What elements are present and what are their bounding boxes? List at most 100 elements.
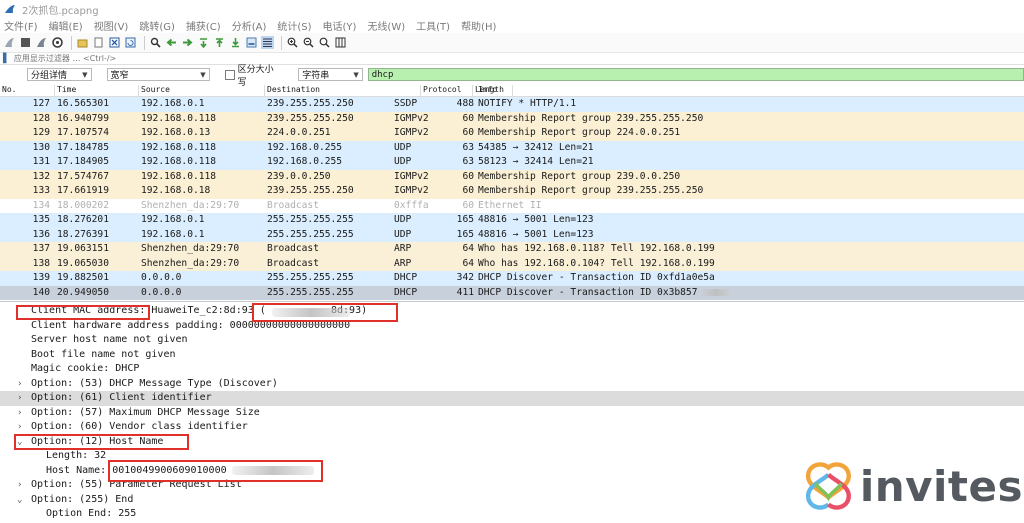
detail-row[interactable]: Boot file name not given bbox=[0, 348, 1024, 363]
menu-item[interactable]: 工具(T) bbox=[416, 18, 450, 33]
chevron-right-icon[interactable]: › bbox=[17, 391, 22, 406]
reload-icon[interactable] bbox=[124, 36, 137, 49]
packet-no-cell: 137 bbox=[32, 243, 50, 254]
packet-source-cell: 192.168.0.118 bbox=[141, 141, 217, 153]
packet-time-cell: 19.063151 bbox=[57, 243, 109, 254]
column-time[interactable]: Time bbox=[55, 85, 139, 96]
detail-row[interactable]: › Option: (61) Client identifier bbox=[0, 391, 1024, 406]
bookmark-icon[interactable]: ▌ bbox=[3, 54, 10, 64]
normal-size-icon[interactable] bbox=[318, 36, 331, 49]
column-source[interactable]: Source bbox=[139, 85, 265, 96]
chevron-right-icon[interactable]: › bbox=[17, 377, 22, 392]
packet-protocol-cell: UDP bbox=[394, 141, 412, 153]
menu-item[interactable]: 无线(W) bbox=[367, 18, 405, 33]
packet-row[interactable]: 136 18.276391 192.168.0.1 255.255.255.255 UD… bbox=[0, 227, 1024, 242]
go-forward-icon[interactable] bbox=[181, 36, 194, 49]
column-protocol[interactable]: Protocol bbox=[421, 85, 473, 96]
column-destination[interactable]: Destination bbox=[265, 85, 421, 96]
packet-row[interactable]: 139 19.882501 0.0.0.0 255.255.255.255 DHCP 34… bbox=[0, 271, 1024, 286]
packet-row[interactable]: 129 17.107574 192.168.0.13 224.0.0.251 IGMPv… bbox=[0, 126, 1024, 141]
save-file-icon[interactable] bbox=[92, 36, 105, 49]
packet-info-cell: NOTIFY * HTTP/1.1 bbox=[478, 98, 577, 109]
packet-protocol-cell: ARP bbox=[394, 257, 412, 269]
detail-row[interactable]: Server host name not given bbox=[0, 333, 1024, 348]
menu-item[interactable]: 分析(A) bbox=[232, 18, 267, 33]
colorize-icon[interactable] bbox=[261, 36, 274, 49]
packet-destination-cell: Broadcast bbox=[267, 257, 319, 269]
first-packet-icon[interactable] bbox=[213, 36, 226, 49]
packet-info-cell: Membership Report group 239.255.255.250 bbox=[478, 185, 704, 196]
close-file-icon[interactable] bbox=[108, 36, 121, 49]
packet-row[interactable]: 138 19.065030 Shenzhen_da:29:70 Broadcast AR… bbox=[0, 256, 1024, 271]
detail-row[interactable]: › Option: (57) Maximum DHCP Message Size bbox=[0, 406, 1024, 421]
last-packet-icon[interactable] bbox=[229, 36, 242, 49]
detail-row[interactable]: Client MAC address: HuaweiTe_c2:8d:93 (8… bbox=[0, 304, 1024, 319]
detail-text: Option: (57) Maximum DHCP Message Size bbox=[31, 406, 260, 418]
packet-info-cell: 54385 → 32412 Len=21 bbox=[478, 141, 594, 153]
detail-row[interactable]: › Option: (53) DHCP Message Type (Discove… bbox=[0, 377, 1024, 392]
pane-divider[interactable] bbox=[0, 301, 1024, 302]
window-title: 2次抓包.pcapng bbox=[22, 5, 99, 17]
packet-destination-cell: 239.255.255.250 bbox=[267, 185, 354, 196]
detail-row[interactable]: › Option: (60) Vendor class identifier bbox=[0, 420, 1024, 435]
packet-source-cell: 192.168.0.118 bbox=[141, 170, 217, 182]
restart-capture-icon[interactable] bbox=[35, 36, 48, 49]
packet-row[interactable]: 127 16.565301 192.168.0.1 239.255.255.250 SS… bbox=[0, 97, 1024, 112]
menu-item[interactable]: 电话(Y) bbox=[323, 18, 357, 33]
redaction-mask bbox=[700, 289, 732, 296]
menu-item[interactable]: 跳转(G) bbox=[139, 18, 175, 33]
menu-item[interactable]: 视图(V) bbox=[94, 18, 129, 33]
packet-no-cell: 139 bbox=[32, 272, 50, 283]
chevron-right-icon[interactable]: › bbox=[17, 420, 22, 435]
menu-item[interactable]: 帮助(H) bbox=[461, 18, 496, 33]
packet-source-cell: 0.0.0.0 bbox=[141, 286, 182, 298]
packet-row[interactable]: 135 18.276201 192.168.0.1 255.255.255.255 UD… bbox=[0, 213, 1024, 228]
packet-protocol-cell: DHCP bbox=[394, 286, 418, 298]
open-file-icon[interactable] bbox=[76, 36, 89, 49]
packet-length-cell: 488 bbox=[456, 98, 474, 109]
menu-item[interactable]: 统计(S) bbox=[277, 18, 311, 33]
menu-item[interactable]: 文件(F) bbox=[4, 18, 38, 33]
column-no[interactable]: No. bbox=[0, 85, 55, 96]
chevron-right-icon[interactable]: › bbox=[17, 478, 22, 493]
packet-source-cell: 192.168.0.13 bbox=[141, 127, 211, 138]
packet-row[interactable]: 134 18.000202 Shenzhen_da:29:70 Broadcast 0x… bbox=[0, 198, 1024, 213]
menu-item[interactable]: 编辑(E) bbox=[49, 18, 83, 33]
column-info[interactable]: Info bbox=[476, 85, 1024, 96]
start-capture-icon[interactable] bbox=[3, 36, 16, 49]
auto-scroll-icon[interactable] bbox=[245, 36, 258, 49]
search-type-select[interactable]: 字符串 ▼ bbox=[298, 68, 363, 81]
resize-columns-icon[interactable] bbox=[334, 36, 347, 49]
packet-row[interactable]: 133 17.661919 192.168.0.18 239.255.255.250 I… bbox=[0, 184, 1024, 199]
packet-row[interactable]: 137 19.063151 Shenzhen_da:29:70 Broadcast AR… bbox=[0, 242, 1024, 257]
packet-row[interactable]: 132 17.574767 192.168.0.118 239.0.0.250 IGMP… bbox=[0, 169, 1024, 184]
stop-capture-icon[interactable] bbox=[19, 36, 32, 49]
packet-row[interactable]: 131 17.184905 192.168.0.118 192.168.0.255 UD… bbox=[0, 155, 1024, 170]
packet-list: 127 16.565301 192.168.0.1 239.255.255.250 SS… bbox=[0, 97, 1024, 300]
go-back-icon[interactable] bbox=[165, 36, 178, 49]
detail-row[interactable]: Magic cookie: DHCP bbox=[0, 362, 1024, 377]
zoom-out-icon[interactable] bbox=[302, 36, 315, 49]
packet-row[interactable]: 130 17.184785 192.168.0.118 192.168.0.255 UD… bbox=[0, 140, 1024, 155]
packet-row[interactable]: 128 16.940799 192.168.0.118 239.255.255.250… bbox=[0, 111, 1024, 126]
invites-logo-icon bbox=[806, 462, 851, 510]
display-filter-bar[interactable]: ▌ 应用显示过滤器 … <Ctrl-/> bbox=[0, 53, 1024, 65]
menu-bar: 文件(F) 编辑(E) 视图(V) 跳转(G) 捕获(C) 分析(A) 统计(S) 电话(Y)… bbox=[0, 18, 1024, 33]
case-sensitive-checkbox[interactable] bbox=[224, 69, 235, 80]
packet-source-cell: Shenzhen_da:29:70 bbox=[141, 257, 240, 269]
search-in-select[interactable]: 分组详情 ▼ bbox=[27, 68, 92, 81]
chevron-down-icon[interactable]: ⌄ bbox=[17, 493, 22, 508]
search-input[interactable]: dhcp bbox=[367, 68, 1024, 81]
display-filter-placeholder[interactable]: 应用显示过滤器 … <Ctrl-/> bbox=[14, 53, 116, 64]
go-to-packet-icon[interactable] bbox=[197, 36, 210, 49]
charset-select[interactable]: 宽窄 ▼ bbox=[106, 68, 210, 81]
menu-item[interactable]: 捕获(C) bbox=[186, 18, 221, 33]
packet-destination-cell: 255.255.255.255 bbox=[267, 272, 354, 283]
capture-options-icon[interactable] bbox=[51, 36, 64, 49]
packet-time-cell: 18.000202 bbox=[57, 199, 109, 211]
detail-row[interactable]: Client hardware address padding: 0000000… bbox=[0, 319, 1024, 334]
find-packet-icon[interactable] bbox=[149, 36, 162, 49]
chevron-right-icon[interactable]: › bbox=[17, 406, 22, 421]
packet-row[interactable]: 140 20.949050 0.0.0.0 255.255.255.255 DHCP 41… bbox=[0, 285, 1024, 300]
zoom-in-icon[interactable] bbox=[286, 36, 299, 49]
